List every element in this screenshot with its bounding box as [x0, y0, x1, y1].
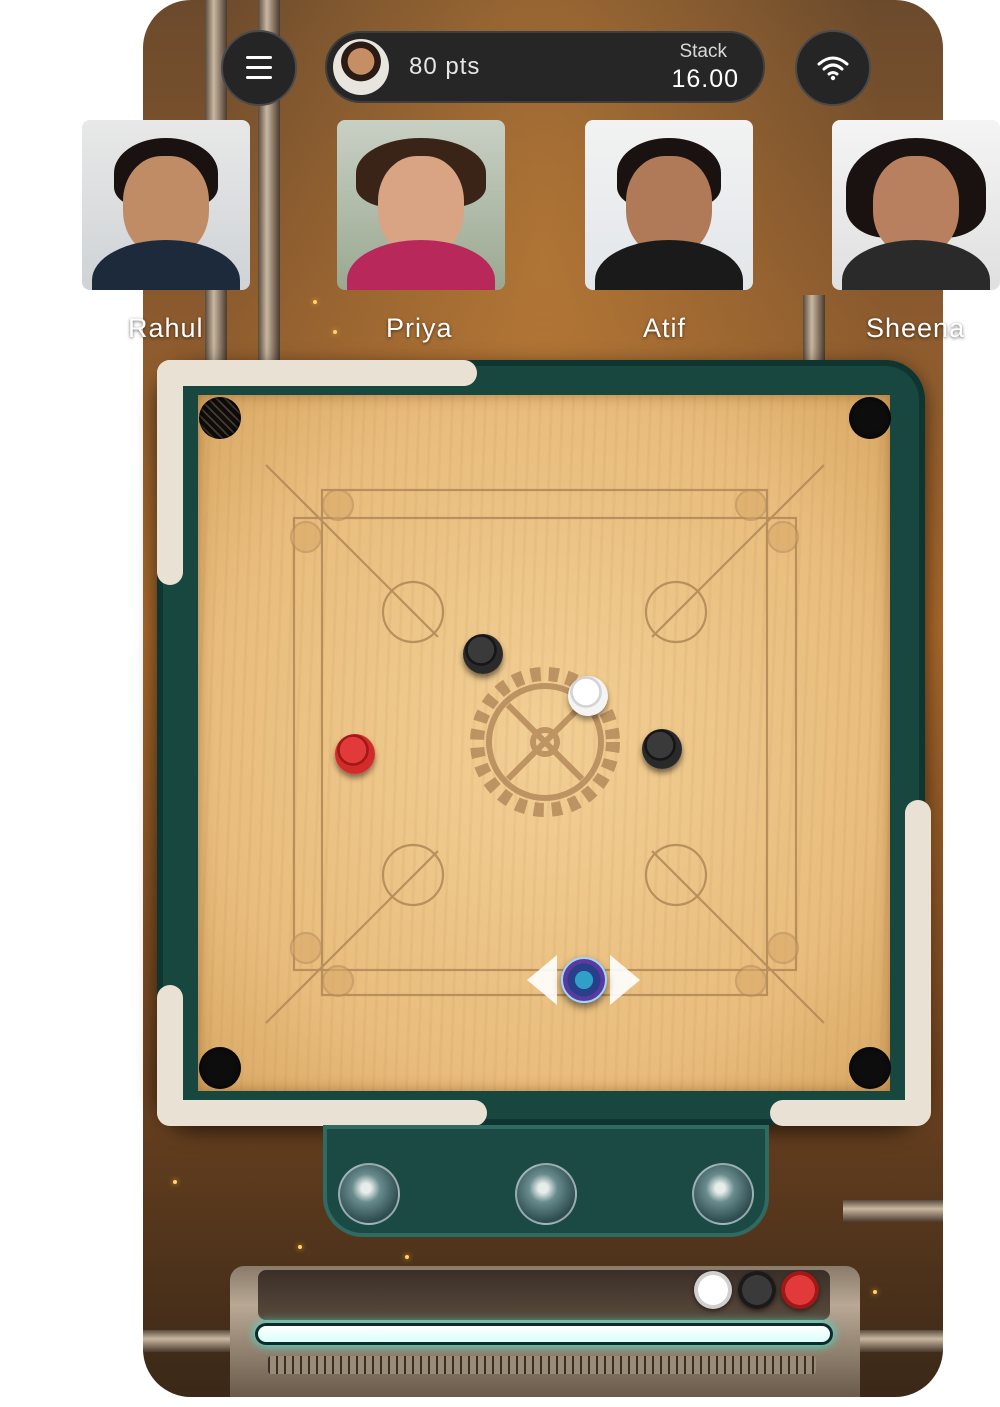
- stack-value: 16.00: [671, 65, 739, 93]
- spark: [333, 330, 337, 334]
- player-video-rahul[interactable]: [82, 120, 250, 290]
- coin-legend-red: [781, 1271, 819, 1309]
- pocket: [849, 1047, 891, 1089]
- spark: [313, 300, 317, 304]
- player-photo: [92, 240, 240, 290]
- player-video-sheena[interactable]: [832, 120, 1000, 290]
- pocket: [849, 397, 891, 439]
- menu-button[interactable]: [221, 30, 297, 106]
- power-bar-fill: [258, 1326, 830, 1342]
- player-video-priya[interactable]: [337, 120, 505, 290]
- board-rail: [905, 800, 931, 1125]
- board-rail: [157, 360, 477, 386]
- spark: [298, 1245, 302, 1249]
- coin-queen-red: [335, 734, 375, 774]
- board-rail: [157, 360, 183, 585]
- steam-pipe: [803, 295, 825, 360]
- player-name-sheena: Sheena: [866, 313, 966, 343]
- player-name-priya: Priya: [386, 313, 453, 343]
- spark: [873, 1290, 877, 1294]
- move-right-arrow-icon[interactable]: [610, 955, 640, 1005]
- bulb-icon: [515, 1163, 577, 1225]
- player-video-atif[interactable]: [585, 120, 753, 290]
- player-photo: [842, 240, 990, 290]
- hamburger-icon: [246, 56, 272, 79]
- power-scale: [268, 1356, 816, 1374]
- bulb-icon: [338, 1163, 400, 1225]
- coin-legend-black: [738, 1271, 776, 1309]
- stack-label: Stack: [679, 41, 727, 62]
- connection-button[interactable]: [795, 30, 871, 106]
- coin-legend-white: [694, 1271, 732, 1309]
- striker-icon[interactable]: [561, 957, 607, 1003]
- pocket: [199, 397, 241, 439]
- score-panel: 80 pts Stack 16.00: [325, 31, 765, 103]
- spark: [405, 1255, 409, 1259]
- player-name-atif: Atif: [643, 313, 687, 343]
- coin-white: [568, 676, 608, 716]
- wifi-icon: [817, 56, 849, 81]
- steam-pipe: [843, 1200, 943, 1222]
- coin-black: [642, 729, 682, 769]
- coin-black: [463, 634, 503, 674]
- player-name-rahul: Rahul: [128, 313, 204, 343]
- points-label: 80 pts: [409, 53, 481, 80]
- avatar: [333, 39, 389, 95]
- board-rail: [770, 1100, 930, 1126]
- move-left-arrow-icon[interactable]: [527, 955, 557, 1005]
- board-rail: [157, 1100, 487, 1126]
- pocket: [199, 1047, 241, 1089]
- bulb-icon: [692, 1163, 754, 1225]
- player-photo: [347, 240, 495, 290]
- steam-pipe: [143, 1330, 233, 1352]
- player-photo: [595, 240, 743, 290]
- spark: [173, 1180, 177, 1184]
- power-bar[interactable]: [255, 1323, 833, 1345]
